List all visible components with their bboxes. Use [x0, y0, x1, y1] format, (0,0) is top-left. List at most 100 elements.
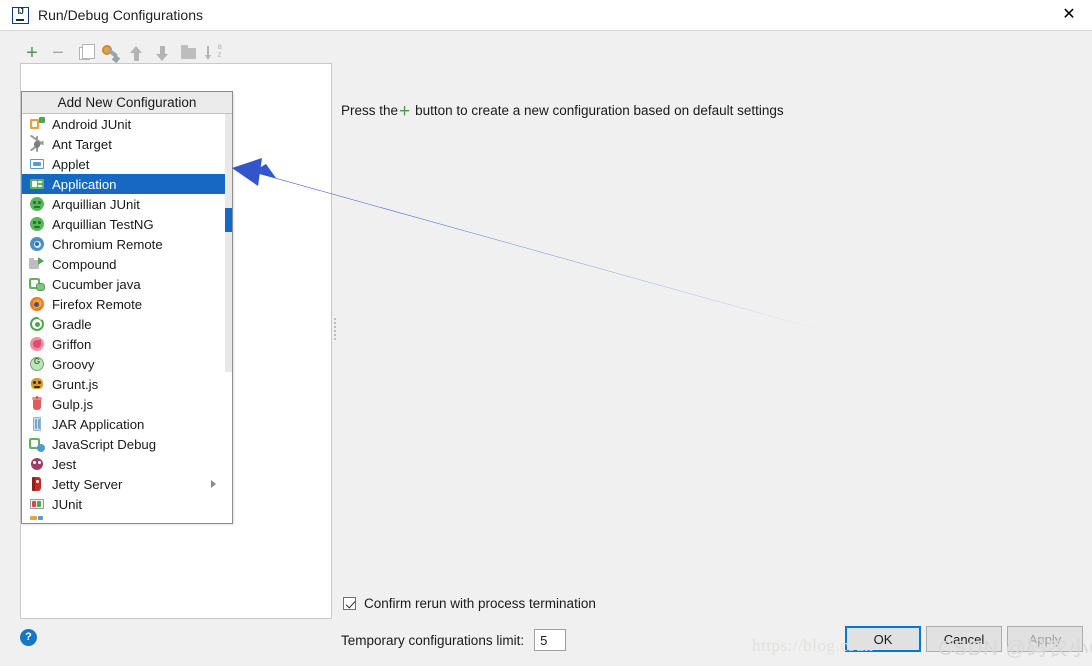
sort-alphabetical-icon: a z	[205, 43, 222, 61]
list-item[interactable]: Application	[22, 174, 232, 194]
title-bar: Run/Debug Configurations ✕	[0, 0, 1092, 30]
close-icon[interactable]: ✕	[1046, 0, 1092, 30]
configuration-details-pane: Press the + button to create a new confi…	[338, 63, 1072, 651]
list-item-label: Gradle	[52, 316, 92, 332]
submenu-chevron-right-icon	[211, 480, 216, 488]
jest-icon	[29, 456, 45, 472]
list-item-label: JAR Application	[52, 416, 145, 432]
list-item-label: Firefox Remote	[52, 296, 143, 312]
sort-configurations-button[interactable]: a z	[202, 41, 226, 65]
panel-splitter[interactable]	[333, 63, 337, 619]
empty-state-hint: Press the + button to create a new confi…	[341, 101, 784, 121]
plus-icon: +	[26, 42, 38, 64]
arquillian-testng-icon	[29, 216, 45, 232]
popup-title: Add New Configuration	[22, 92, 232, 114]
list-item[interactable]: JavaScript Debug	[22, 434, 232, 454]
list-item[interactable]: Android JUnit	[22, 114, 232, 134]
list-item-partial[interactable]	[22, 514, 232, 523]
window-title: Run/Debug Configurations	[38, 7, 203, 23]
list-item[interactable]: Firefox Remote	[22, 294, 232, 314]
folder-icon	[180, 44, 196, 59]
move-down-button[interactable]	[150, 41, 174, 65]
javascript-debug-icon	[29, 436, 45, 452]
arquillian-junit-icon	[29, 196, 45, 212]
popup-scrollbar[interactable]	[225, 114, 232, 372]
list-item[interactable]: Jetty Server	[22, 474, 232, 494]
list-item-label: Ant Target	[52, 136, 112, 152]
application-icon	[29, 176, 45, 192]
hint-prefix-text: Press the	[341, 103, 399, 118]
copy-configuration-button[interactable]	[72, 41, 96, 65]
list-item-label: Jest	[52, 456, 77, 472]
ant-target-icon	[29, 134, 45, 152]
dialog-body: + − a z Press the + button to create a n…	[0, 30, 1092, 666]
list-item-label: Jetty Server	[52, 476, 123, 492]
list-item[interactable]: Ant Target	[22, 134, 232, 154]
list-item-label: Arquillian TestNG	[52, 216, 154, 232]
create-folder-button[interactable]	[176, 41, 200, 65]
confirm-rerun-checkbox[interactable]	[343, 597, 356, 610]
list-item-label: Arquillian JUnit	[52, 196, 140, 212]
cucumber-java-icon	[29, 276, 45, 292]
list-item-label: Chromium Remote	[52, 236, 163, 252]
groovy-letter: G	[33, 357, 41, 366]
firefox-remote-icon	[29, 296, 45, 312]
list-item-label: Application	[52, 176, 117, 192]
list-item[interactable]: Grunt.js	[22, 374, 232, 394]
chromium-remote-icon	[29, 236, 45, 252]
add-configuration-button[interactable]: +	[20, 41, 44, 65]
junit-icon	[29, 496, 45, 512]
add-new-configuration-popup: Add New Configuration Android JUnit Ant T…	[21, 91, 233, 524]
list-item-label: Compound	[52, 256, 117, 272]
edit-templates-button[interactable]	[98, 41, 122, 65]
confirm-rerun-checkbox-row[interactable]: Confirm rerun with process termination	[343, 596, 596, 611]
arrow-up-icon	[129, 45, 143, 61]
list-item[interactable]: Chromium Remote	[22, 234, 232, 254]
list-item-label: Cucumber java	[52, 276, 141, 292]
list-item-label: Griffon	[52, 336, 92, 352]
list-item[interactable]: G Groovy	[22, 354, 232, 374]
confirm-rerun-label: Confirm rerun with process termination	[364, 596, 596, 611]
watermark-author: CSDN @码农小C	[938, 638, 1092, 660]
gulp-js-icon	[29, 396, 45, 412]
list-item[interactable]: Jest	[22, 454, 232, 474]
configuration-type-list[interactable]: Android JUnit Ant Target Applet Application…	[22, 114, 232, 523]
list-item[interactable]: Gradle	[22, 314, 232, 334]
wrench-icon	[102, 45, 121, 64]
minus-icon: −	[52, 42, 64, 64]
temporary-configurations-limit-input[interactable]	[534, 629, 567, 651]
run-debug-configurations-dialog: Run/Debug Configurations ✕ + −	[0, 0, 1092, 666]
compound-icon	[29, 256, 45, 272]
temporary-configurations-limit-label: Temporary configurations limit:	[341, 632, 525, 648]
list-item-label: Groovy	[52, 356, 95, 372]
popup-scrollbar-thumb[interactable]	[225, 208, 232, 232]
splitter-handle-dots	[333, 318, 337, 340]
list-item[interactable]: Gulp.js	[22, 394, 232, 414]
jetty-server-icon	[29, 476, 45, 492]
applet-icon	[29, 156, 45, 172]
list-item-label: Gulp.js	[52, 396, 94, 412]
list-item[interactable]: Cucumber java	[22, 274, 232, 294]
help-icon[interactable]: ?	[20, 629, 37, 646]
copy-icon	[78, 44, 95, 60]
list-item[interactable]: Arquillian TestNG	[22, 214, 232, 234]
move-up-button[interactable]	[124, 41, 148, 65]
arrow-down-icon	[155, 45, 169, 61]
groovy-icon: G	[29, 356, 45, 372]
grunt-js-icon	[29, 376, 45, 392]
temporary-configurations-limit-row: Temporary configurations limit:	[341, 629, 567, 651]
list-item[interactable]: Compound	[22, 254, 232, 274]
list-item-label: JUnit	[52, 496, 83, 512]
hint-suffix-text: button to create a new configuration bas…	[415, 103, 784, 118]
list-item-label: JavaScript Debug	[52, 436, 157, 452]
griffon-icon	[29, 336, 45, 352]
list-item[interactable]: JUnit	[22, 494, 232, 514]
intellij-idea-icon	[12, 6, 29, 24]
list-item-label: Applet	[52, 156, 90, 172]
list-item[interactable]: Arquillian JUnit	[22, 194, 232, 214]
list-item[interactable]: Applet	[22, 154, 232, 174]
list-item[interactable]: Griffon	[22, 334, 232, 354]
jar-application-icon	[29, 416, 45, 432]
list-item[interactable]: JAR Application	[22, 414, 232, 434]
remove-configuration-button[interactable]: −	[46, 41, 70, 65]
